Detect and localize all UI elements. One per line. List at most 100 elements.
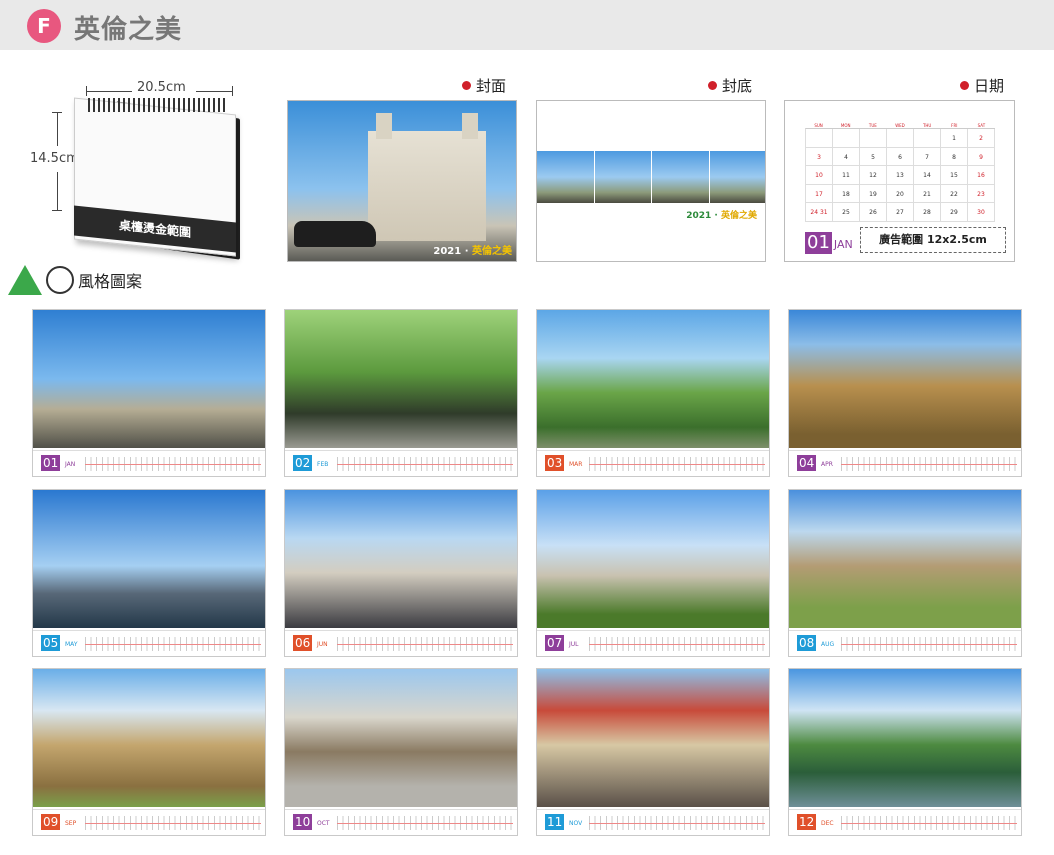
month-card: 10 OCT	[284, 668, 518, 836]
calendar-grid: SUN MON TUE WED THU FRI SAT 1 2 3 4 5 6 7 8 9 10 11 12 13 1…	[805, 123, 995, 223]
calendar-day: 25	[833, 203, 860, 222]
weekday-label: SAT	[977, 123, 986, 128]
calendar-day: 2	[968, 129, 995, 148]
weekday-label: WED	[895, 123, 905, 128]
back-caption: 2021 · 英倫之美	[686, 211, 757, 221]
calendar-day: 17	[806, 184, 833, 204]
month-name: MAR	[569, 461, 583, 468]
calendar-day: 28	[914, 203, 941, 222]
month-date-strip: 07 JUL	[537, 630, 769, 656]
cathedral-facade	[368, 113, 486, 241]
calendar-day: 26	[860, 203, 887, 222]
calendar-day: 10	[806, 166, 833, 185]
month-date-strip: 03 MAR	[537, 450, 769, 476]
month-photo	[537, 669, 769, 807]
calendar-day: 3	[806, 147, 833, 167]
height-tick-bottom	[52, 210, 62, 211]
calendar-day: 24 31	[806, 203, 833, 222]
month-name: JUN	[317, 641, 328, 648]
calendar-day: 9	[968, 147, 995, 167]
month-photo	[537, 310, 769, 448]
calendar-day	[833, 129, 860, 148]
calendar-day: 13	[887, 166, 914, 185]
month-date-strip: 06 JUN	[285, 630, 517, 656]
month-date-strip: 08 AUG	[789, 630, 1021, 656]
day-divider	[85, 464, 261, 465]
back-photo-strip	[537, 151, 765, 203]
month-date-strip: 11 NOV	[537, 809, 769, 835]
month-card: 02 FEB	[284, 309, 518, 477]
weekday-label: THU	[922, 123, 932, 128]
month-number: 02	[293, 455, 313, 471]
day-divider	[841, 823, 1017, 824]
month-number: 12	[797, 814, 817, 830]
thumb-photo	[537, 151, 594, 203]
calendar-day	[860, 129, 887, 148]
width-label: 20.5cm	[137, 80, 186, 95]
month-card: 04 APR	[788, 309, 1022, 477]
calendar-day	[806, 129, 833, 148]
bullet-icon	[462, 81, 471, 90]
month-number: 05	[41, 635, 61, 651]
month-marker: 01 JAN	[805, 232, 853, 254]
month-date-strip: 09 SEP	[33, 809, 265, 835]
month-number: 08	[797, 635, 817, 651]
month-number: 01	[41, 455, 61, 471]
desk-calendar-illustration: 桌檯燙金範圍	[74, 96, 242, 260]
thumb-photo	[652, 151, 709, 203]
height-dimension-line-top	[57, 112, 58, 146]
calendar-day: 22	[941, 184, 968, 204]
calendar-day: 12	[860, 166, 887, 185]
month-date-strip: 02 FEB	[285, 450, 517, 476]
calendar-day: 23	[968, 184, 995, 204]
width-tick-right	[232, 86, 233, 96]
month-photo	[285, 490, 517, 628]
day-divider	[85, 644, 261, 645]
month-card: 01 JAN	[32, 309, 266, 477]
month-card: 06 JUN	[284, 489, 518, 657]
green-triangle-icon	[8, 265, 42, 295]
month-number: 03	[545, 455, 565, 471]
day-divider	[589, 644, 765, 645]
calendar-day: 6	[887, 147, 914, 167]
calendar-day: 14	[914, 166, 941, 185]
spiral-binding-icon	[88, 98, 228, 112]
section-badge: F	[27, 9, 61, 43]
header-bar: F 英倫之美	[0, 0, 1054, 50]
month-date-strip: 12 DEC	[789, 809, 1021, 835]
calendar-day: 15	[941, 166, 968, 185]
weekday-label: MON	[840, 123, 851, 128]
height-tick-top	[52, 112, 62, 113]
weekday-label: FRI	[951, 123, 958, 128]
month-photo	[285, 669, 517, 807]
weekday-header: SUN MON TUE WED THU FRI SAT	[805, 123, 995, 128]
day-divider	[841, 644, 1017, 645]
month-number: 09	[41, 814, 61, 830]
calendar-day: 21	[914, 184, 941, 204]
month-name: AUG	[821, 641, 835, 648]
weekday-label: SUN	[814, 123, 823, 128]
month-photo	[285, 310, 517, 448]
month-photo	[33, 310, 265, 448]
month-name: FEB	[317, 461, 329, 468]
month-name: NOV	[569, 820, 583, 827]
month-name: MAY	[65, 641, 78, 648]
month-card: 11 NOV	[536, 668, 770, 836]
month-card: 07 JUL	[536, 489, 770, 657]
month-number: 07	[545, 635, 565, 651]
calendar-day: 11	[833, 166, 860, 185]
height-dimension-line-bottom	[57, 172, 58, 210]
calendar-day: 29	[941, 203, 968, 222]
width-dimension-line-right	[196, 91, 232, 92]
width-dimension-line-left	[86, 91, 132, 92]
day-divider	[841, 464, 1017, 465]
month-name: APR	[821, 461, 833, 468]
month-date-strip: 10 OCT	[285, 809, 517, 835]
cover-preview: 2021 · 英倫之美	[287, 100, 517, 262]
month-photo	[789, 310, 1021, 448]
taxi-shape	[294, 221, 376, 247]
month-name: JUL	[569, 641, 579, 648]
thumb-photo	[594, 151, 651, 203]
ad-area-box: 廣告範圍 12x2.5cm	[860, 227, 1006, 253]
date-preview: SUN MON TUE WED THU FRI SAT 1 2 3 4 5 6 7 8 9 10 11 12 13 1…	[784, 100, 1015, 262]
